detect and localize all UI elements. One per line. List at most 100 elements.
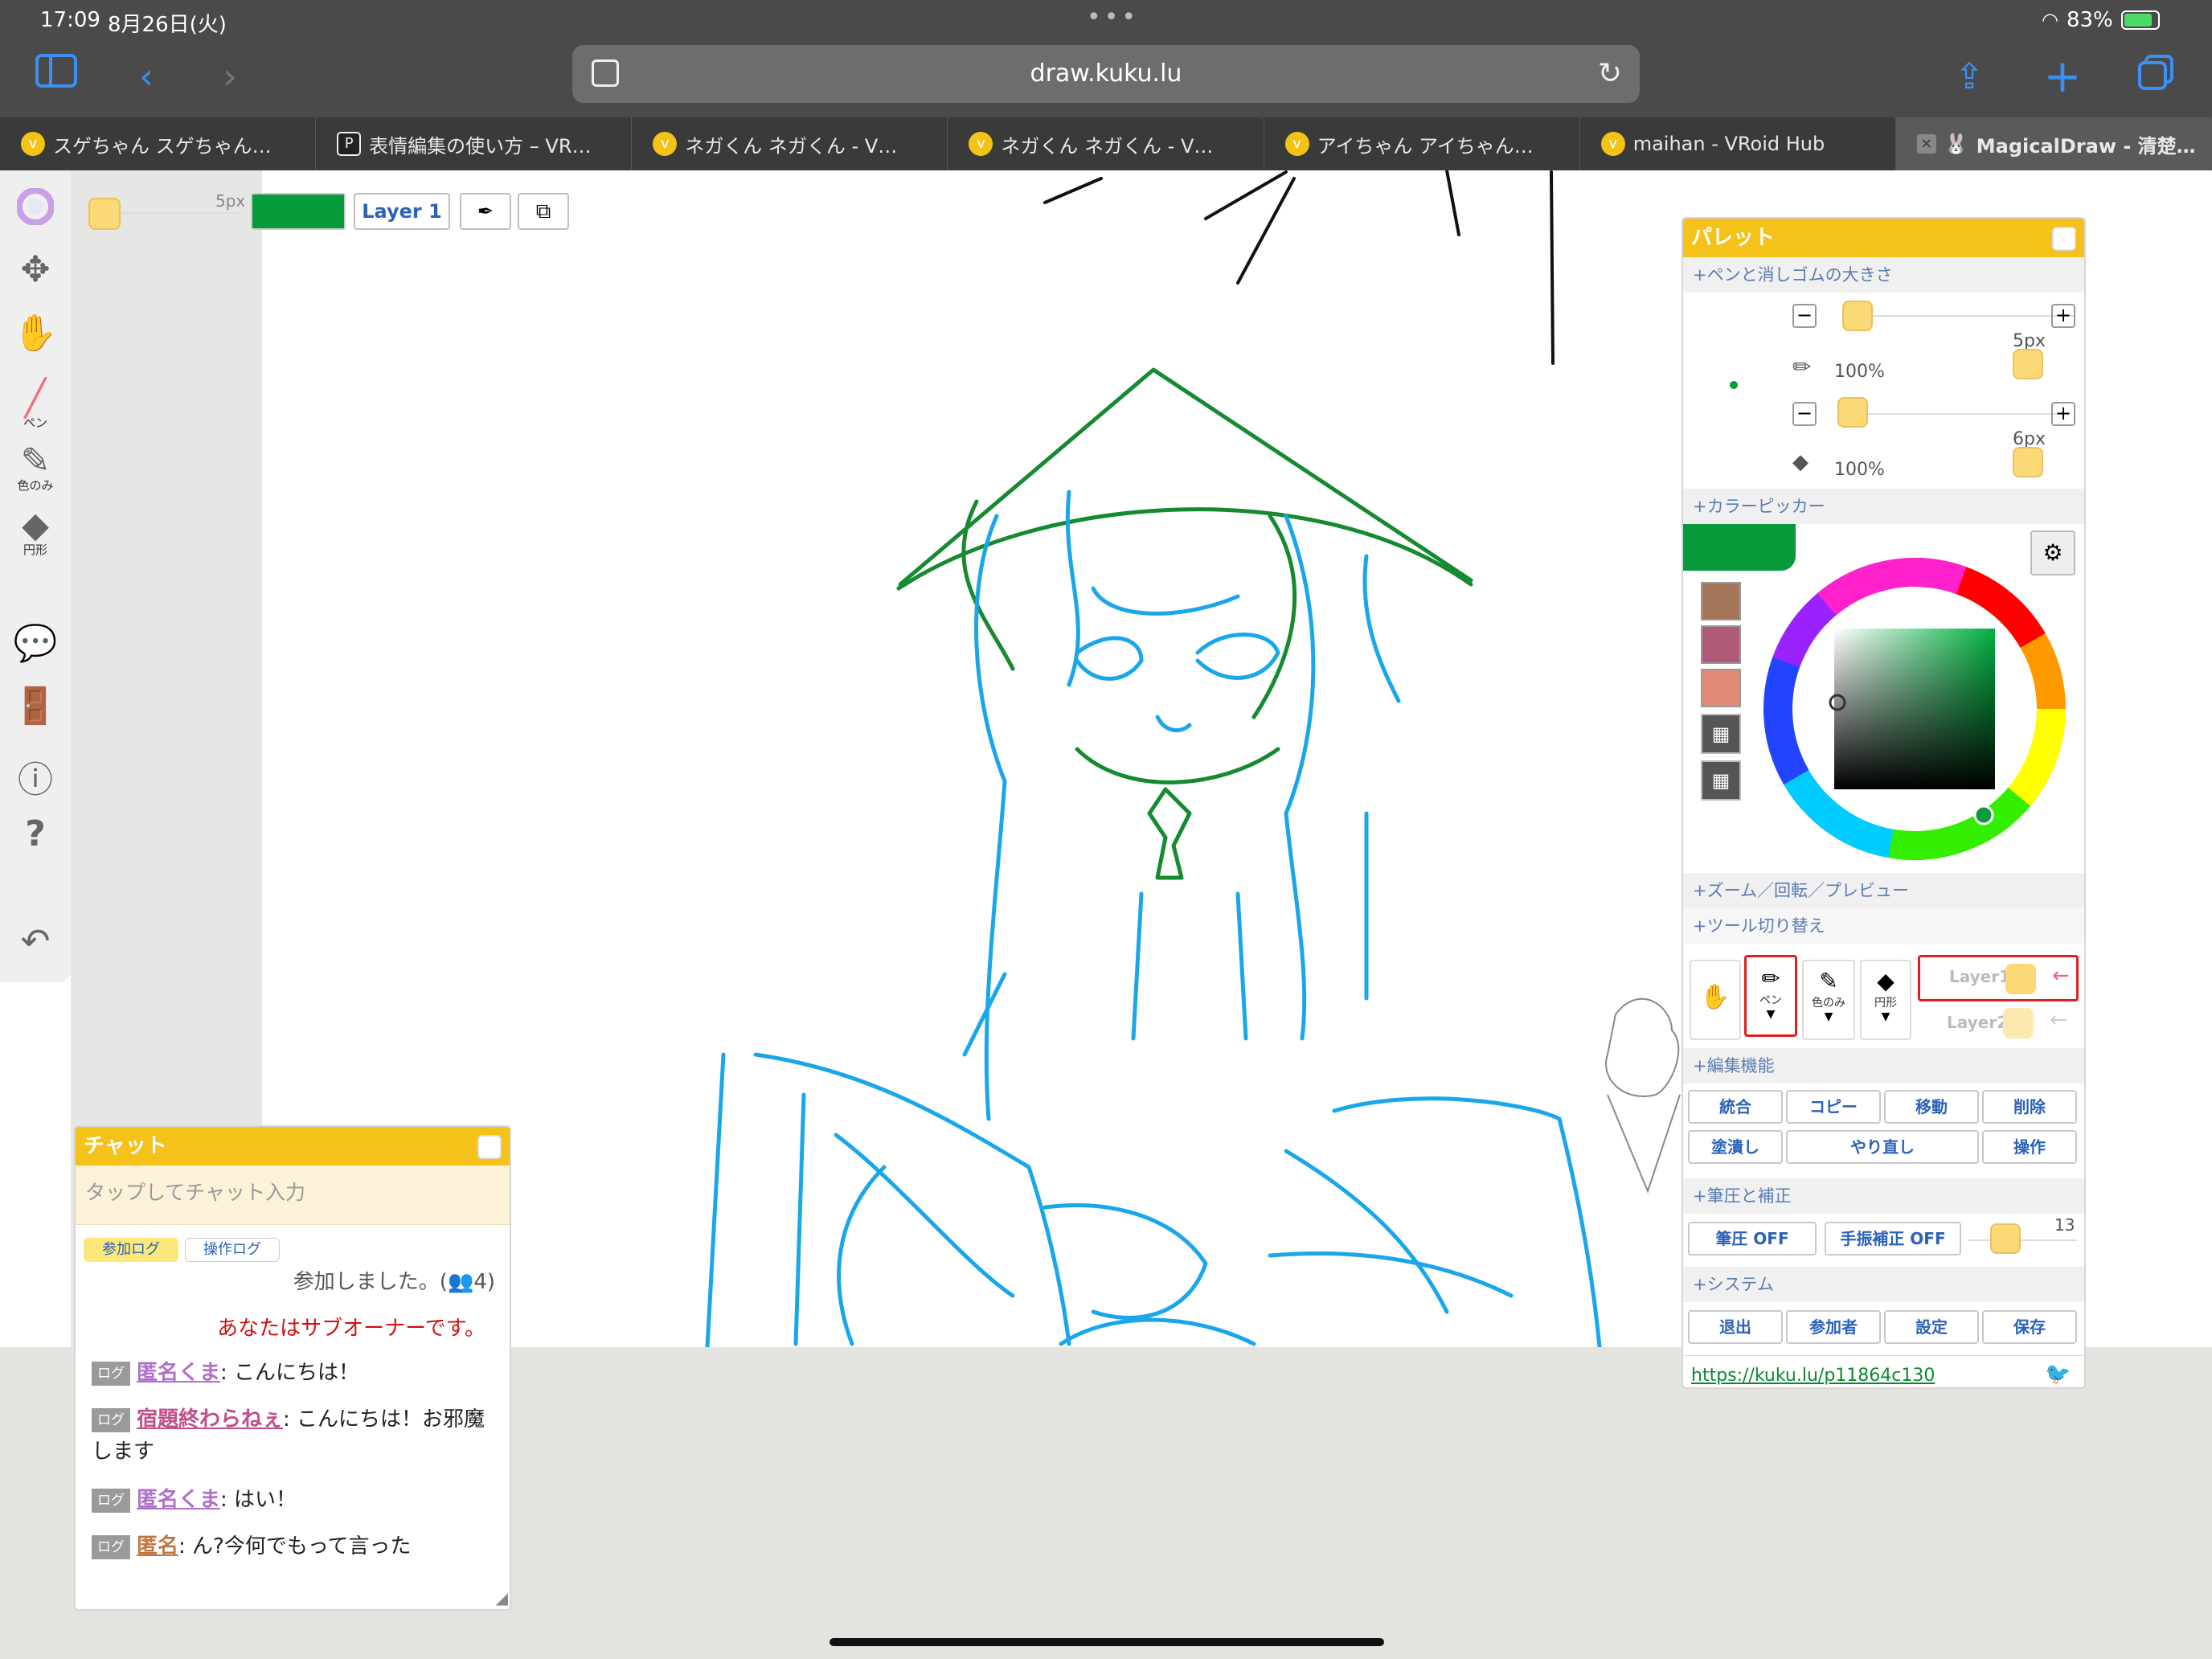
brush-size-swatch[interactable] xyxy=(88,198,121,230)
pen-opacity-thumb[interactable] xyxy=(2013,349,2043,379)
eraser-opacity-value: 100% xyxy=(1834,460,1885,480)
section-tool-switch[interactable]: +ツール切り替え xyxy=(1683,908,2084,944)
back-icon[interactable]: ‹ xyxy=(122,53,170,101)
arrow-left-icon[interactable]: ← xyxy=(2050,1008,2067,1032)
browser-tab[interactable]: v ネガくん ネガくん - V… xyxy=(632,117,948,170)
arrow-left-icon[interactable]: ← xyxy=(2052,964,2070,988)
close-tab-icon[interactable]: × xyxy=(1916,134,1936,154)
section-system[interactable]: +システム xyxy=(1683,1267,2084,1302)
redo-button[interactable]: やり直し xyxy=(1786,1130,1979,1164)
reload-icon[interactable]: ↻ xyxy=(1598,45,1622,103)
browser-tab[interactable]: v スゲちゃん スゲちゃん… xyxy=(0,117,317,170)
sidebar-toggle-icon[interactable] xyxy=(32,53,80,101)
pen-minus-button[interactable]: − xyxy=(1792,304,1817,328)
chat-header[interactable]: チャット xyxy=(76,1127,510,1165)
pen-size-slider-thumb[interactable] xyxy=(1842,301,1873,331)
twitter-icon[interactable]: 🐦 xyxy=(2045,1362,2071,1387)
chat-message: ログ 宿題終わらねぇ: こんにちは！お邪魔 します xyxy=(92,1407,485,1464)
room-link[interactable]: https://kuku.lu/p11864c130 xyxy=(1691,1366,1935,1386)
section-zoom[interactable]: +ズーム／回転／プレビュー xyxy=(1683,873,2084,908)
eraser-opacity-thumb[interactable] xyxy=(2013,447,2043,477)
chat-tab-ops[interactable]: 操作ログ xyxy=(185,1238,280,1262)
eraser-size-slider-thumb[interactable] xyxy=(1837,397,1868,428)
section-pressure[interactable]: +筆圧と補正 xyxy=(1683,1178,2084,1214)
chat-tab-join[interactable]: 参加ログ xyxy=(84,1238,178,1262)
browser-tab[interactable]: v maihan - VRoid Hub xyxy=(1580,117,1896,170)
color-picker: ▦ ▦ ⚙ xyxy=(1683,524,2084,873)
share-icon[interactable]: ⇪ xyxy=(1945,53,1993,101)
hand-icon[interactable]: ✋ xyxy=(11,312,59,354)
browser-tab[interactable]: v ネガくん ネガくん - V… xyxy=(948,117,1264,170)
help-icon[interactable]: ? xyxy=(11,813,59,854)
eraser-minus-button[interactable]: − xyxy=(1792,402,1817,426)
stabilizer-thumb[interactable] xyxy=(1990,1223,2021,1254)
vroid-favicon-icon: v xyxy=(1284,132,1309,156)
swatch-manage-icon[interactable]: ▦ xyxy=(1701,760,1741,801)
fill-button[interactable]: 塗潰し xyxy=(1688,1130,1783,1164)
layer1-row[interactable]: Layer1 ← xyxy=(1918,955,2079,1002)
hue-wheel[interactable] xyxy=(1762,556,2067,862)
hand-tool-button[interactable]: ✋ xyxy=(1690,960,1741,1040)
pen-size-track xyxy=(1873,315,2074,317)
section-color-picker[interactable]: +カラーピッカー xyxy=(1683,489,2084,524)
copy-button[interactable]: コピー xyxy=(1786,1090,1881,1124)
new-tab-icon[interactable]: + xyxy=(2038,53,2087,101)
chat-username[interactable]: 匿名 xyxy=(137,1534,178,1559)
chat-username[interactable]: 匿名くま xyxy=(137,1361,220,1385)
swatch-1[interactable] xyxy=(1701,582,1741,621)
eraser-plus-button[interactable]: + xyxy=(2051,402,2075,426)
eyedropper-tool[interactable]: ✎ 色のみ xyxy=(11,440,59,494)
move-button[interactable]: 移動 xyxy=(1884,1090,1979,1124)
undo-icon[interactable]: ↶ xyxy=(11,921,59,962)
chat-bubble-icon[interactable]: 💬 xyxy=(11,622,59,664)
color-wheel-icon[interactable] xyxy=(11,187,59,234)
chat-collapse-checkbox[interactable] xyxy=(477,1135,502,1159)
chat-username[interactable]: 宿題終わらねぇ xyxy=(137,1407,283,1432)
layer2-opacity-thumb[interactable] xyxy=(2003,1008,2034,1038)
resize-handle-icon[interactable]: ◢ xyxy=(496,1588,508,1608)
layer-button[interactable]: Layer 1 xyxy=(354,193,450,230)
url-bar[interactable]: draw.kuku.lu ↻ xyxy=(572,45,1640,103)
chat-username[interactable]: 匿名くま xyxy=(137,1488,220,1512)
merge-button[interactable]: 統合 xyxy=(1688,1090,1783,1124)
layer-transform-icon[interactable]: ⧉ xyxy=(518,193,569,230)
pressure-toggle[interactable]: 筆圧 OFF xyxy=(1688,1222,1817,1256)
chat-title: チャット xyxy=(84,1134,167,1158)
settings-button[interactable]: 設定 xyxy=(1884,1310,1979,1344)
multitask-dots-icon[interactable]: ••• xyxy=(1087,3,1139,31)
palette-collapse-checkbox[interactable] xyxy=(2052,227,2076,251)
palette-header[interactable]: パレット xyxy=(1683,219,2084,257)
info-icon[interactable]: ⓘ xyxy=(11,751,59,802)
layer2-row[interactable]: Layer2 ← xyxy=(1918,1006,2079,1043)
forward-icon[interactable]: › xyxy=(206,53,254,101)
members-button[interactable]: 参加者 xyxy=(1786,1310,1881,1344)
layer1-opacity-thumb[interactable] xyxy=(2005,964,2036,994)
exit-button[interactable]: 退出 xyxy=(1688,1310,1783,1344)
shape-tool-button[interactable]: ◆ 円形 ▼ xyxy=(1860,960,1911,1040)
page-menu-icon[interactable] xyxy=(592,59,619,87)
section-pen-size[interactable]: +ペンと消しゴムの大きさ xyxy=(1683,257,2084,293)
chat-input[interactable]: タップしてチャット入力 xyxy=(76,1165,510,1225)
browser-tab[interactable]: P 表情編集の使い方 – VR… xyxy=(316,117,633,170)
operate-button[interactable]: 操作 xyxy=(1982,1130,2077,1164)
section-edit[interactable]: +編集機能 xyxy=(1683,1048,2084,1083)
browser-tab-active[interactable]: × 🐰 MagicalDraw - 清楚… xyxy=(1895,117,2212,170)
pen-tool-button[interactable]: ✏ ペン ▼ xyxy=(1744,955,1797,1037)
pen-tool[interactable]: ╱ ペン xyxy=(11,378,59,431)
current-color-swatch[interactable] xyxy=(251,193,346,230)
add-swatch-icon[interactable]: ▦ xyxy=(1701,714,1741,754)
home-indicator[interactable] xyxy=(830,1638,1384,1646)
swatch-3[interactable] xyxy=(1701,669,1741,707)
tabs-overview-icon[interactable] xyxy=(2132,53,2180,101)
stabilizer-toggle[interactable]: 手振補正 OFF xyxy=(1825,1222,1961,1256)
eraser-tool[interactable]: ◆ 円形 xyxy=(11,505,59,558)
pen-plus-button[interactable]: + xyxy=(2051,304,2075,328)
exit-door-icon[interactable]: 🚪 xyxy=(11,685,59,727)
swatch-2[interactable] xyxy=(1701,625,1741,664)
pen-settings-icon[interactable]: ✒ xyxy=(460,193,511,230)
move-icon[interactable]: ✥ xyxy=(11,249,59,290)
delete-button[interactable]: 削除 xyxy=(1982,1090,2077,1124)
save-button[interactable]: 保存 xyxy=(1982,1310,2077,1344)
browser-tab[interactable]: v アイちゃん アイちゃん… xyxy=(1264,117,1580,170)
picker-tool-button[interactable]: ✎ 色のみ ▼ xyxy=(1802,960,1855,1040)
